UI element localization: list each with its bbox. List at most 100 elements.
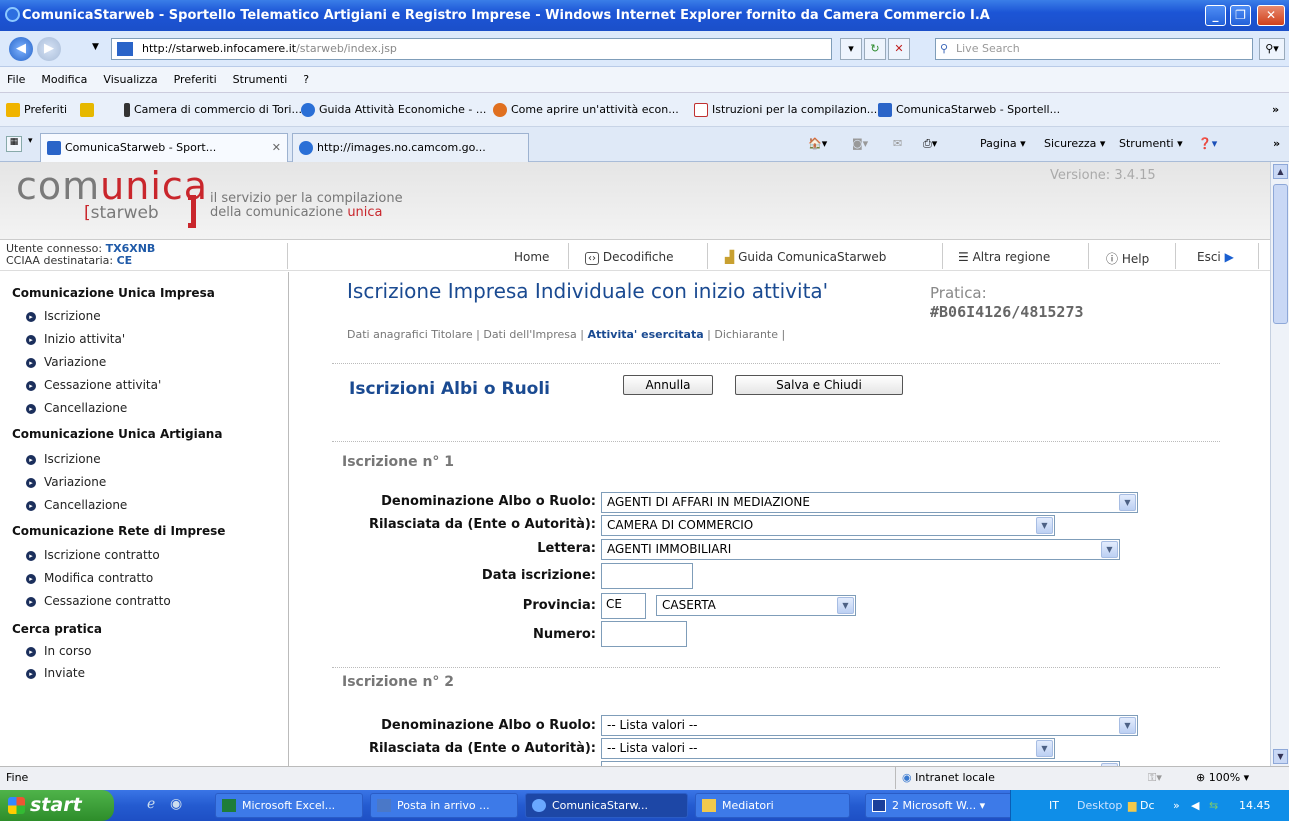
menu-modifica[interactable]: Modifica <box>41 73 87 86</box>
desktop-toolbar[interactable]: Desktop <box>1077 790 1122 821</box>
scroll-thumb[interactable] <box>1273 184 1288 324</box>
vertical-scrollbar[interactable]: ▲ ▼ <box>1270 162 1289 766</box>
home-icon[interactable]: 🏠▾ <box>808 137 827 150</box>
favorite-item-5[interactable]: ComunicaStarweb - Sportell... <box>878 93 1060 127</box>
denominazione-2-select[interactable]: -- Lista valori -- ▼ <box>601 715 1138 736</box>
network-icon[interactable]: ⇆ <box>1209 790 1218 821</box>
forward-icon[interactable]: ▶ <box>37 37 61 61</box>
command-strumenti[interactable]: Strumenti ▾ <box>1119 137 1183 150</box>
lettera-select[interactable]: AGENTI IMMOBILIARI ▼ <box>601 539 1120 560</box>
nav-home[interactable]: Home <box>514 250 549 264</box>
search-input[interactable]: ⚲ Live Search <box>935 38 1253 60</box>
version-label: Versione: 3.4.15 <box>1050 168 1156 183</box>
step-dichiarante[interactable]: Dichiarante <box>714 328 778 341</box>
menu-preferiti[interactable]: Preferiti <box>174 73 217 86</box>
sidebar-item-cancellazione-artigiana[interactable]: ▸ Cancellazione <box>26 498 127 512</box>
sidebar-item-variazione-artigiana[interactable]: ▸ Variazione <box>26 475 106 489</box>
language-indicator[interactable]: IT <box>1049 790 1059 821</box>
step-dati-impresa[interactable]: Dati dell'Impresa <box>483 328 576 341</box>
task-mediatori[interactable]: Mediatori <box>695 793 850 818</box>
task-comunicastarweb[interactable]: ComunicaStarw... <box>525 793 688 818</box>
sidebar-item-modifica-contratto[interactable]: ▸ Modifica contratto <box>26 571 153 585</box>
nav-esci[interactable]: Esci ▶ <box>1197 250 1234 264</box>
menu-file[interactable]: File <box>7 73 25 86</box>
feeds-icon[interactable]: ◙▾ <box>852 137 868 150</box>
rilasciata-2-select[interactable]: -- Lista valori -- ▼ <box>601 738 1055 759</box>
address-dropdown-icon[interactable]: ▾ <box>840 38 862 60</box>
task-excel[interactable]: Microsoft Excel... <box>215 793 363 818</box>
sidebar-item-variazione[interactable]: ▸ Variazione <box>26 355 106 369</box>
history-dropdown-icon[interactable]: ▼ <box>92 42 99 52</box>
favorite-item-3[interactable]: Come aprire un'attività econ... <box>493 93 679 127</box>
nav-altra-regione-label: Altra regione <box>972 250 1051 264</box>
favorites-button[interactable]: Preferiti <box>6 93 67 127</box>
sidebar-item-in-corso[interactable]: ▸ In corso <box>26 644 91 658</box>
maximize-button[interactable]: ❐ <box>1230 5 1251 26</box>
nav-guida[interactable]: ▟ Guida ComunicaStarweb <box>725 250 886 264</box>
rilasciata-select[interactable]: CAMERA DI COMMERCIO ▼ <box>601 515 1055 536</box>
annulla-button[interactable]: Annulla <box>623 375 713 395</box>
tab-images[interactable]: http://images.no.camcom.go... <box>292 133 529 162</box>
tray-back-icon[interactable]: ◀ <box>1191 790 1199 821</box>
tab-comunicastarweb[interactable]: ComunicaStarweb - Sport... ✕ <box>40 133 288 162</box>
menu-visualizza[interactable]: Visualizza <box>103 73 157 86</box>
command-pagina[interactable]: Pagina ▾ <box>980 137 1026 150</box>
zoom-control[interactable]: ⊕ 100% ▾ <box>1196 767 1249 789</box>
data-iscrizione-input[interactable] <box>601 563 693 589</box>
minimize-button[interactable]: _ <box>1205 5 1226 26</box>
quick-tabs-icon[interactable]: ▦ <box>6 136 22 152</box>
sidebar-item-cessazione-attivita[interactable]: ▸ Cessazione attivita' <box>26 378 161 392</box>
nav-decodifiche[interactable]: ‹› Decodifiche <box>585 250 674 265</box>
print-icon[interactable]: ⎙▾ <box>923 137 937 151</box>
stop-icon[interactable]: ✕ <box>888 38 910 60</box>
sidebar-item-cessazione-contratto[interactable]: ▸ Cessazione contratto <box>26 594 171 608</box>
step-attivita-esercitata[interactable]: Attivita' esercitata <box>587 328 703 341</box>
sidebar-item-iscrizione-artigiana[interactable]: ▸ Iscrizione <box>26 452 101 466</box>
address-bar[interactable]: http://starweb.infocamere.it/starweb/ind… <box>111 38 832 60</box>
step-dati-anagrafici[interactable]: Dati anagrafici Titolare <box>347 328 473 341</box>
close-button[interactable]: ✕ <box>1257 5 1285 26</box>
favorite-item-1[interactable]: Camera di commercio di Tori... <box>124 93 302 127</box>
provincia-code-input[interactable]: CE <box>601 593 646 619</box>
nav-altra-regione[interactable]: ☰ Altra regione <box>958 250 1050 264</box>
sidebar-item-cancellazione[interactable]: ▸ Cancellazione <box>26 401 127 415</box>
back-icon[interactable]: ◀ <box>9 37 33 61</box>
sidebar-item-inviate[interactable]: ▸ Inviate <box>26 666 85 680</box>
favorite-item-2[interactable]: Guida Attività Economiche - ... <box>301 93 486 127</box>
nav-help[interactable]: ⓘ Help <box>1106 250 1149 267</box>
menu-strumenti[interactable]: Strumenti <box>233 73 288 86</box>
commands-overflow-icon[interactable]: » <box>1273 137 1280 150</box>
quicklaunch-explorer-icon[interactable]: ◉ <box>170 796 182 812</box>
search-go-icon[interactable]: ⚲▾ <box>1259 38 1285 60</box>
refresh-icon[interactable]: ↻ <box>864 38 886 60</box>
menu-help[interactable]: ? <box>303 73 309 86</box>
sidebar-item-inizio-attivita[interactable]: ▸ Inizio attivita' <box>26 332 125 346</box>
quicklaunch-ie-icon[interactable]: ℯ <box>147 796 155 812</box>
salva-chiudi-button[interactable]: Salva e Chiudi <box>735 375 903 395</box>
task-posta[interactable]: Posta in arrivo ... <box>370 793 518 818</box>
scroll-up-icon[interactable]: ▲ <box>1273 164 1288 179</box>
task-word[interactable]: 2 Microsoft W... ▾ <box>865 793 1025 818</box>
sidebar-item-iscrizione[interactable]: ▸ Iscrizione <box>26 309 101 323</box>
task-label: Mediatori <box>722 799 774 812</box>
protected-mode-icon[interactable]: ⚿▾ <box>1148 767 1162 789</box>
favorite-item-4[interactable]: Istruzioni per la compilazion... <box>694 93 877 127</box>
add-favorite-icon[interactable] <box>80 93 98 127</box>
tray-overflow-icon[interactable]: » <box>1173 790 1180 821</box>
scroll-down-icon[interactable]: ▼ <box>1273 749 1288 764</box>
provincia-select[interactable]: CASERTA ▼ <box>656 595 856 616</box>
dc-toolbar[interactable]: ▆ Dc <box>1128 790 1155 821</box>
favorite-label: Guida Attività Economiche - ... <box>319 103 487 116</box>
command-sicurezza[interactable]: Sicurezza ▾ <box>1044 137 1105 150</box>
close-tab-icon[interactable]: ✕ <box>272 141 281 154</box>
numero-input[interactable] <box>601 621 687 647</box>
help-icon[interactable]: ❓▾ <box>1198 137 1217 150</box>
tab-list-icon[interactable]: ▾ <box>28 136 33 146</box>
favorites-overflow-icon[interactable]: » <box>1272 93 1279 127</box>
mail-icon[interactable]: ✉ <box>893 137 902 150</box>
start-button[interactable]: start <box>0 790 114 821</box>
sidebar-item-iscrizione-contratto[interactable]: ▸ Iscrizione contratto <box>26 548 160 562</box>
rilasciata-label: Rilasciata da (Ente o Autorità): <box>368 517 596 532</box>
exit-arrow-icon: ▶ <box>1224 250 1234 264</box>
denominazione-select[interactable]: AGENTI DI AFFARI IN MEDIAZIONE ▼ <box>601 492 1138 513</box>
